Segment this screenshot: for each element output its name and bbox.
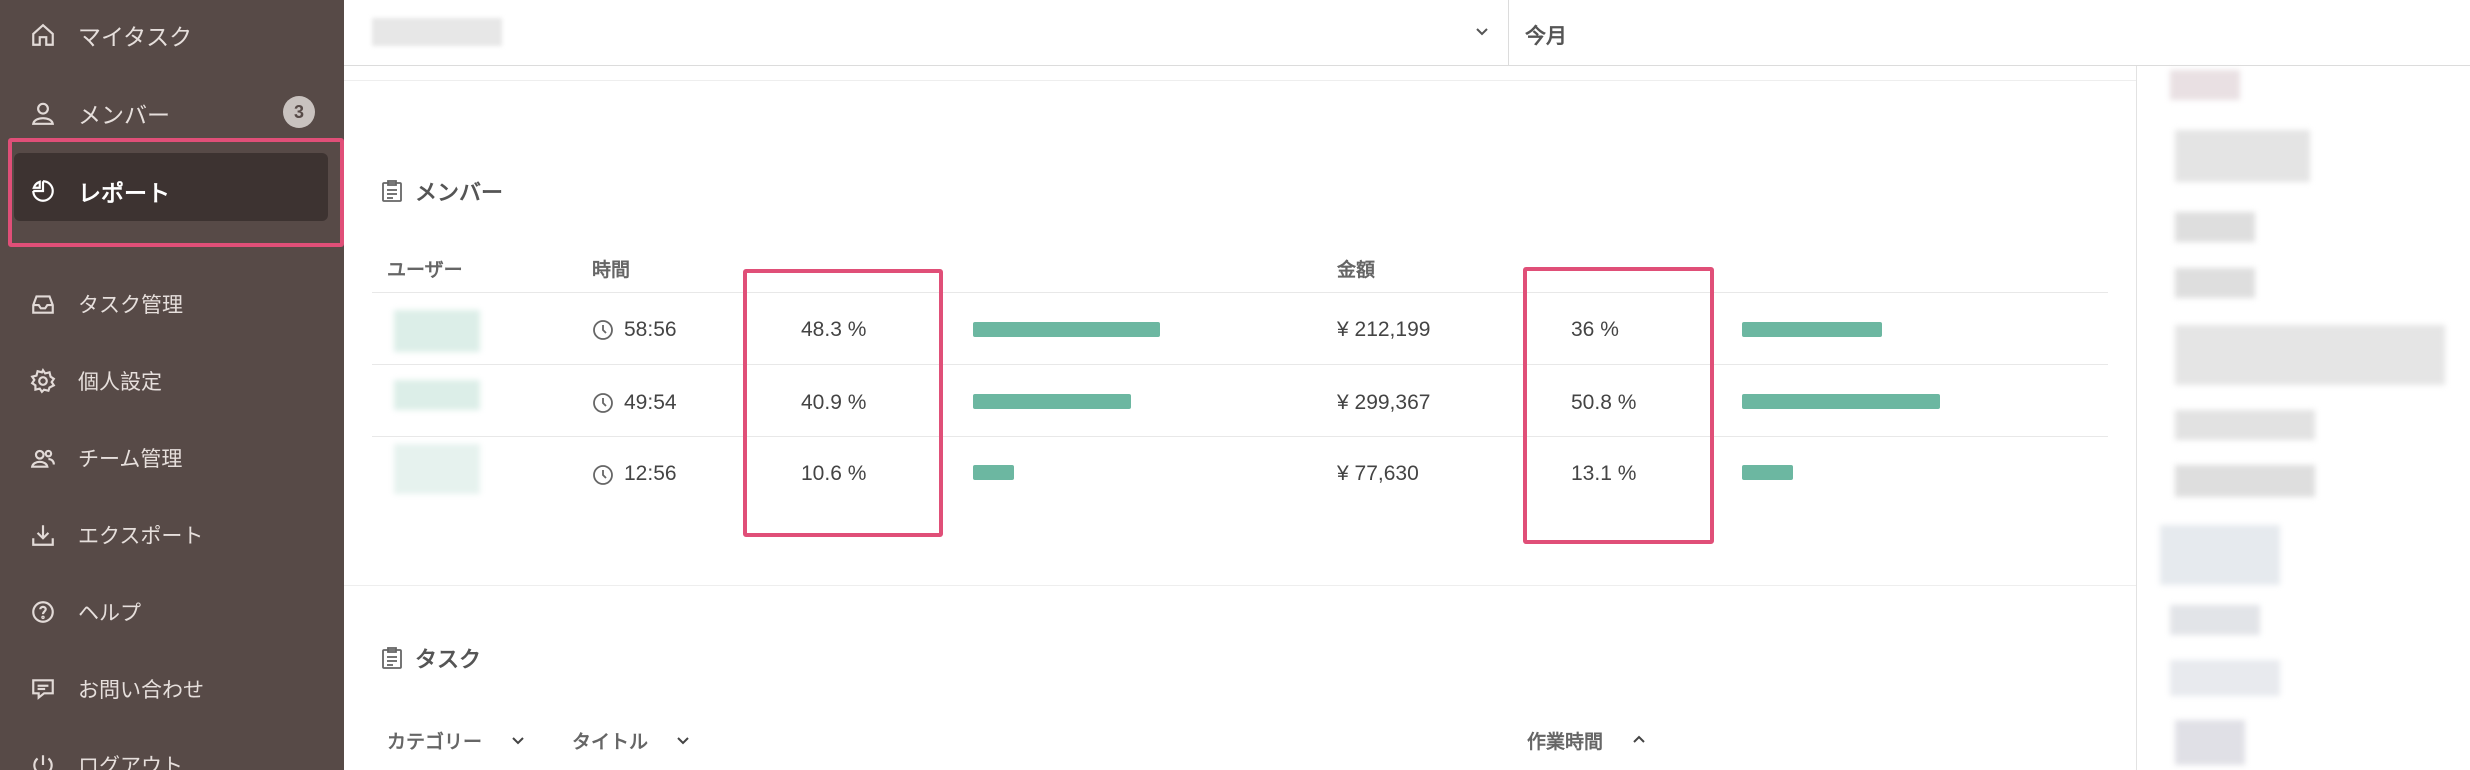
chevron-down-icon[interactable] bbox=[1472, 22, 1492, 42]
time-value: 12:56 bbox=[624, 462, 677, 485]
amount-value: ¥ 77,630 bbox=[1337, 462, 1419, 485]
column-header-amount: 金額 bbox=[1337, 260, 1376, 281]
column-header-category[interactable]: カテゴリー bbox=[387, 727, 482, 754]
members-section-title: メンバー bbox=[381, 175, 503, 207]
side-panel-item bbox=[2160, 525, 2280, 585]
time-share-bar bbox=[973, 394, 1131, 409]
sidebar-item-label: ヘルプ bbox=[78, 602, 141, 625]
clipboard-icon bbox=[382, 647, 402, 669]
download-icon bbox=[30, 522, 56, 548]
amount-percent-highlight bbox=[1523, 267, 1714, 544]
time-value: 58:56 bbox=[624, 318, 677, 341]
time-share-bar bbox=[973, 322, 1160, 337]
sidebar-item-export[interactable]: エクスポート bbox=[30, 520, 203, 550]
sidebar-item-team-management[interactable]: チーム管理 bbox=[30, 443, 182, 473]
user-avatar bbox=[394, 444, 480, 494]
sidebar-item-logout[interactable]: ログアウト bbox=[30, 750, 183, 770]
period-select[interactable]: 今月 bbox=[1525, 20, 1567, 50]
power-icon bbox=[30, 752, 56, 770]
tasks-section-title: タスク bbox=[381, 642, 481, 674]
filter-bar bbox=[344, 0, 2470, 66]
column-header-work-time[interactable]: 作業時間 bbox=[1527, 727, 1603, 754]
clock-icon bbox=[591, 463, 615, 487]
user-avatar bbox=[394, 310, 480, 352]
divider bbox=[344, 80, 2136, 81]
table-header-divider bbox=[372, 292, 2108, 293]
side-panel-item bbox=[2175, 130, 2310, 182]
sidebar-item-task-management[interactable]: タスク管理 bbox=[30, 289, 183, 319]
sidebar-item-label: メンバー bbox=[78, 102, 170, 128]
side-panel-item bbox=[2175, 720, 2245, 765]
row-divider bbox=[372, 436, 2108, 437]
amount-share-bar bbox=[1742, 465, 1793, 480]
amount-value: ¥ 212,199 bbox=[1337, 318, 1431, 341]
side-panel-item bbox=[2175, 212, 2255, 242]
side-panel-item bbox=[2175, 268, 2255, 298]
project-select-value[interactable] bbox=[372, 18, 502, 46]
column-header-user: ユーザー bbox=[387, 260, 463, 281]
sidebar-item-help[interactable]: ヘルプ bbox=[30, 597, 141, 627]
sidebar-item-personal-settings[interactable]: 個人設定 bbox=[30, 366, 162, 396]
side-panel-item bbox=[2170, 660, 2280, 696]
amount-value: ¥ 299,367 bbox=[1337, 391, 1431, 414]
side-panel-item bbox=[2175, 465, 2315, 497]
filter-divider bbox=[1508, 0, 1509, 66]
sidebar-item-members[interactable]: メンバー bbox=[30, 96, 170, 130]
time-value: 49:54 bbox=[624, 391, 677, 414]
sidebar-item-label: タスク管理 bbox=[78, 294, 183, 317]
help-icon bbox=[30, 599, 56, 625]
side-panel-item bbox=[2175, 410, 2315, 440]
sidebar-item-label: マイタスク bbox=[78, 24, 193, 50]
sidebar-item-label: チーム管理 bbox=[78, 448, 183, 471]
clock-icon bbox=[591, 318, 615, 342]
report-content bbox=[344, 66, 2136, 770]
row-divider bbox=[372, 364, 2108, 365]
home-icon bbox=[30, 22, 56, 48]
sidebar-item-my-tasks[interactable]: マイタスク bbox=[30, 18, 192, 52]
clock-icon bbox=[591, 391, 615, 415]
sidebar-item-contact[interactable]: お問い合わせ bbox=[30, 674, 204, 704]
sidebar-item-label: 個人設定 bbox=[78, 371, 162, 394]
active-item-highlight bbox=[8, 138, 344, 247]
inbox-icon bbox=[30, 291, 56, 317]
sidebar: マイタスク メンバー 3 レポート タスク管理 個人設定 チーム管理 エクスポー… bbox=[0, 0, 344, 770]
section-divider bbox=[344, 585, 2136, 586]
chevron-down-icon[interactable] bbox=[510, 732, 526, 748]
sidebar-item-label: お問い合わせ bbox=[78, 679, 204, 702]
team-icon bbox=[30, 445, 56, 471]
user-icon bbox=[30, 100, 56, 126]
time-percent-highlight bbox=[743, 269, 943, 537]
amount-share-bar bbox=[1742, 394, 1940, 409]
user-avatar bbox=[394, 380, 480, 410]
sidebar-item-label: エクスポート bbox=[78, 525, 204, 548]
clipboard-icon bbox=[382, 180, 402, 202]
amount-share-bar bbox=[1742, 322, 1882, 337]
side-panel-item bbox=[2170, 605, 2260, 635]
chevron-down-icon[interactable] bbox=[675, 732, 691, 748]
time-share-bar bbox=[973, 465, 1014, 480]
message-icon bbox=[30, 676, 56, 702]
chevron-up-icon[interactable] bbox=[1631, 732, 1647, 748]
side-panel-item bbox=[2175, 325, 2445, 385]
column-header-title[interactable]: タイトル bbox=[572, 727, 648, 754]
members-count-badge: 3 bbox=[283, 96, 315, 128]
sidebar-item-label: ログアウト bbox=[78, 755, 183, 770]
column-header-time: 時間 bbox=[592, 260, 631, 281]
gear-icon bbox=[30, 368, 56, 394]
side-panel-item bbox=[2170, 70, 2240, 100]
